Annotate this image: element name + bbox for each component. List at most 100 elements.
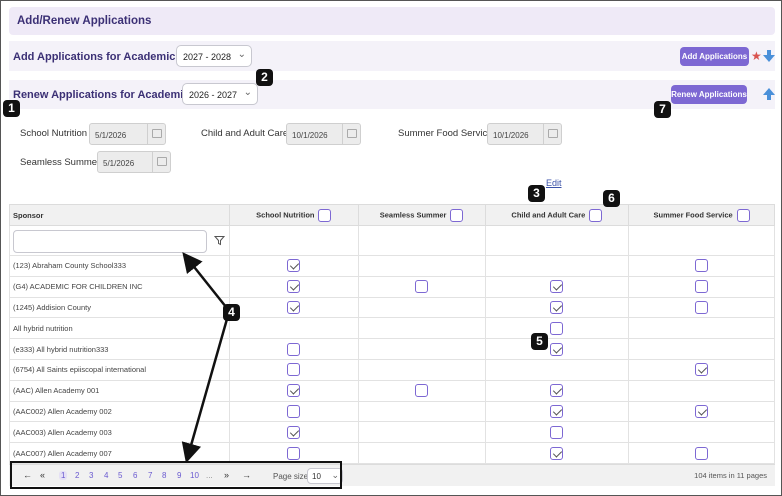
- checkbox-unchecked[interactable]: [287, 446, 301, 460]
- seamless-summer-date-input[interactable]: 5/1/2026: [97, 151, 171, 173]
- sponsor-name-cell: (1245) Addision County: [9, 296, 230, 319]
- checkbox-checked[interactable]: [550, 280, 564, 294]
- checkbox-cell: [628, 275, 775, 298]
- calendar-icon[interactable]: [342, 124, 360, 144]
- checkbox-checked[interactable]: [287, 384, 301, 398]
- calendar-icon[interactable]: [543, 124, 561, 144]
- child-adult-care-date-input[interactable]: 10/1/2026: [286, 123, 361, 145]
- checkbox-checked[interactable]: [550, 404, 564, 418]
- checkbox-cell: [357, 338, 486, 360]
- checkbox-unchecked[interactable]: [695, 280, 709, 294]
- checkbox-checked[interactable]: [287, 300, 301, 314]
- filter-row: [9, 225, 775, 256]
- column-header-summer-food: Summer Food Service: [628, 204, 775, 226]
- checkbox-unchecked[interactable]: [415, 280, 429, 294]
- checkbox-checked[interactable]: [695, 404, 709, 418]
- callout-badge: 4: [223, 304, 240, 321]
- sponsor-name-cell: All hybrid nutrition: [9, 317, 230, 340]
- checkbox-unchecked[interactable]: [550, 425, 564, 439]
- checkbox-cell: [484, 358, 630, 381]
- upload-arrow-icon[interactable]: [763, 88, 775, 102]
- checkbox-cell: [628, 296, 775, 319]
- star-icon[interactable]: ★: [751, 49, 762, 63]
- checkbox-unchecked[interactable]: [415, 384, 429, 398]
- checkbox-unchecked[interactable]: [695, 259, 709, 273]
- checkbox-cell: [484, 317, 630, 340]
- renew-year-select[interactable]: 2026 - 2027 ⌄: [182, 83, 258, 105]
- checkbox-cell: [628, 338, 775, 360]
- edit-link[interactable]: Edit: [546, 178, 562, 188]
- filter-cell: [357, 225, 486, 256]
- checkbox-unchecked[interactable]: [550, 321, 564, 335]
- summer-food-date-input[interactable]: 10/1/2026: [487, 123, 562, 145]
- calendar-icon[interactable]: [147, 124, 165, 144]
- checkbox-cell: [357, 358, 486, 381]
- seamless-summer-date-label: Seamless Summer: [20, 157, 101, 168]
- panel-header: Add/Renew Applications: [9, 7, 775, 35]
- checkbox-checked[interactable]: [287, 280, 301, 294]
- column-header-school-nutrition: School Nutrition: [228, 204, 359, 226]
- select-all-checkbox[interactable]: [736, 208, 750, 222]
- sponsor-name-cell: (e333) All hybrid nutrition333: [9, 338, 230, 360]
- add-applications-button[interactable]: Add Applications: [680, 47, 749, 66]
- checkbox-checked[interactable]: [287, 425, 301, 439]
- select-all-checkbox[interactable]: [589, 208, 603, 222]
- checkbox-checked[interactable]: [550, 342, 564, 356]
- select-all-checkbox[interactable]: [318, 208, 332, 222]
- checkbox-cell: [484, 379, 630, 402]
- checkbox-checked[interactable]: [550, 384, 564, 398]
- checkbox-cell: [628, 255, 775, 277]
- seamless-summer-date-value: 5/1/2026: [103, 159, 135, 168]
- pager-highlight-box: [10, 461, 342, 489]
- checkbox-checked[interactable]: [287, 259, 301, 273]
- table-row: (1245) Addision County: [9, 296, 775, 319]
- checkbox-checked[interactable]: [695, 363, 709, 377]
- table-row: (e333) All hybrid nutrition333: [9, 338, 775, 360]
- checkbox-cell: [228, 275, 359, 298]
- table-row: (123) Abraham County School333: [9, 255, 775, 277]
- select-all-checkbox[interactable]: [450, 208, 464, 222]
- child-adult-care-date-value: 10/1/2026: [292, 131, 328, 140]
- checkbox-checked[interactable]: [550, 446, 564, 460]
- school-nutrition-date-input[interactable]: 5/1/2026: [89, 123, 166, 145]
- checkbox-unchecked[interactable]: [287, 342, 301, 356]
- renew-applications-button[interactable]: Renew Applications: [671, 85, 747, 104]
- sponsor-filter-cell: [9, 225, 230, 256]
- checkbox-unchecked[interactable]: [287, 404, 301, 418]
- callout-badge: 6: [603, 190, 620, 207]
- callout-badge: 2: [256, 69, 273, 86]
- checkbox-checked[interactable]: [550, 300, 564, 314]
- sponsor-filter-input[interactable]: [13, 229, 207, 253]
- checkbox-cell: [228, 400, 359, 423]
- summer-food-date-label: Summer Food Service: [398, 128, 493, 139]
- checkbox-cell: [357, 442, 486, 464]
- checkbox-cell: [357, 255, 486, 277]
- checkbox-unchecked[interactable]: [695, 300, 709, 314]
- sponsor-name-cell: (AAC003) Allen Academy 003: [9, 421, 230, 444]
- checkbox-cell: [628, 358, 775, 381]
- filter-cell: [228, 225, 359, 256]
- table-row: (G4) ACADEMIC FOR CHILDREN INC: [9, 275, 775, 298]
- checkbox-cell: [628, 379, 775, 402]
- renew-year-value: 2026 - 2027: [189, 90, 238, 100]
- column-header-label: Summer Food Service: [653, 209, 733, 219]
- callout-badge: 3: [528, 185, 545, 202]
- checkbox-cell: [628, 442, 775, 464]
- download-arrow-icon[interactable]: [763, 49, 775, 63]
- add-year-select[interactable]: 2027 - 2028 ⌄: [176, 45, 252, 67]
- app-window: Add/Renew Applications Add Applications …: [0, 0, 782, 496]
- sponsor-name-cell: (AAC002) Allen Academy 002: [9, 400, 230, 423]
- table-row: (6754) All Saints epiiscopal internation…: [9, 358, 775, 381]
- table-row: All hybrid nutrition: [9, 317, 775, 340]
- panel-title: Add/Renew Applications: [17, 15, 152, 27]
- column-header-child-adult-care: Child and Adult Care: [484, 204, 630, 226]
- items-info: 104 items in 11 pages: [694, 471, 767, 480]
- checkbox-cell: [357, 379, 486, 402]
- filter-icon[interactable]: [214, 235, 226, 246]
- calendar-icon[interactable]: [152, 152, 170, 172]
- table-row: (AAC003) Allen Academy 003: [9, 421, 775, 444]
- summer-food-date-value: 10/1/2026: [493, 131, 529, 140]
- checkbox-cell: [484, 442, 630, 464]
- checkbox-unchecked[interactable]: [287, 363, 301, 377]
- checkbox-unchecked[interactable]: [695, 446, 709, 460]
